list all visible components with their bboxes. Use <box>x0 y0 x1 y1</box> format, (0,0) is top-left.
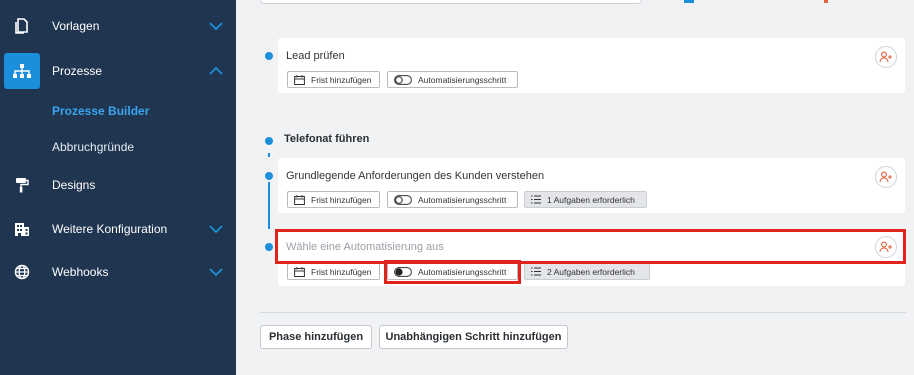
deadline-chip[interactable]: Frist hinzufügen <box>287 191 380 208</box>
step-dot <box>265 172 273 180</box>
add-person-button[interactable] <box>875 166 897 188</box>
chip-label: Frist hinzufügen <box>311 266 372 277</box>
add-person-button[interactable] <box>875 46 897 68</box>
step-card: Lead prüfen Frist hinzufügen Automatisie… <box>278 38 905 93</box>
top-input-partial[interactable] <box>260 0 642 4</box>
building-icon <box>4 211 40 247</box>
sidebar-item-label: Vorlagen <box>52 19 100 33</box>
timeline-line <box>268 153 270 157</box>
sidebar-item-label: Designs <box>52 178 96 192</box>
sidebar-item-vorlagen[interactable]: Vorlagen <box>0 8 236 44</box>
step-title: Lead prüfen <box>286 50 345 62</box>
chevron-up-icon[interactable] <box>208 64 224 78</box>
top-indicator <box>684 0 694 3</box>
highlight-box <box>275 229 906 264</box>
top-indicator <box>824 0 828 3</box>
tasks-chip[interactable]: 1 Aufgaben erforderlich <box>524 191 647 208</box>
sidebar-subitem-abbruchgruende[interactable]: Abbruchgründe <box>52 140 134 154</box>
chip-label: Automatisierungsschritt <box>418 74 507 85</box>
automation-chip[interactable]: Automatisierungsschritt <box>387 71 518 88</box>
sidebar-item-label: Weitere Konfiguration <box>52 222 168 236</box>
calendar-icon <box>294 194 305 205</box>
chevron-down-icon[interactable] <box>208 222 224 236</box>
chevron-down-icon[interactable] <box>208 265 224 279</box>
sidebar-item-prozesse[interactable]: Prozesse <box>0 53 236 89</box>
toggle-off-icon <box>394 74 412 85</box>
sidebar-item-label: Webhooks <box>52 265 109 279</box>
chip-label: 1 Aufgaben erforderlich <box>547 194 635 205</box>
paint-roller-icon <box>4 167 40 203</box>
chip-label: Automatisierungsschritt <box>418 194 507 205</box>
chip-label: Frist hinzufügen <box>311 194 372 205</box>
phase-dot <box>265 137 273 145</box>
add-person-icon <box>879 51 892 63</box>
divider <box>260 312 906 313</box>
list-icon <box>531 195 541 204</box>
calendar-icon <box>294 266 305 277</box>
sitemap-icon <box>4 53 40 89</box>
step-dot <box>265 243 273 251</box>
sidebar-item-label: Prozesse <box>52 64 103 78</box>
deadline-chip[interactable]: Frist hinzufügen <box>287 263 380 280</box>
list-icon <box>531 267 541 276</box>
phase-title: Telefonat führen <box>284 133 370 145</box>
main-content: Lead prüfen Frist hinzufügen Automatisie… <box>236 0 914 375</box>
step-title: Grundlegende Anforderungen des Kunden ve… <box>286 170 545 182</box>
document-icon <box>4 8 40 44</box>
chip-label: Frist hinzufügen <box>311 74 372 85</box>
add-phase-button[interactable]: Phase hinzufügen <box>260 325 372 349</box>
timeline-line <box>268 182 270 229</box>
deadline-chip[interactable]: Frist hinzufügen <box>287 71 380 88</box>
step-dot <box>265 52 273 60</box>
globe-icon <box>4 254 40 290</box>
tasks-chip[interactable]: 2 Aufgaben erforderlich <box>524 263 650 280</box>
sidebar-item-webhooks[interactable]: Webhooks <box>0 254 236 290</box>
step-card: Grundlegende Anforderungen des Kunden ve… <box>278 158 905 213</box>
chevron-down-icon[interactable] <box>208 19 224 33</box>
sidebar-item-weitere-konfiguration[interactable]: Weitere Konfiguration <box>0 211 236 247</box>
sidebar-item-designs[interactable]: Designs <box>0 167 236 203</box>
sidebar: Vorlagen Prozesse Prozesse Builder Abbru… <box>0 0 236 375</box>
add-person-icon <box>879 171 892 183</box>
sidebar-subitem-prozesse-builder[interactable]: Prozesse Builder <box>52 104 149 118</box>
calendar-icon <box>294 74 305 85</box>
chip-label: 2 Aufgaben erforderlich <box>547 266 635 277</box>
add-independent-step-button[interactable]: Unabhängigen Schritt hinzufügen <box>379 325 568 349</box>
highlight-box <box>384 260 521 284</box>
automation-chip[interactable]: Automatisierungsschritt <box>387 191 518 208</box>
toggle-off-icon <box>394 194 412 205</box>
